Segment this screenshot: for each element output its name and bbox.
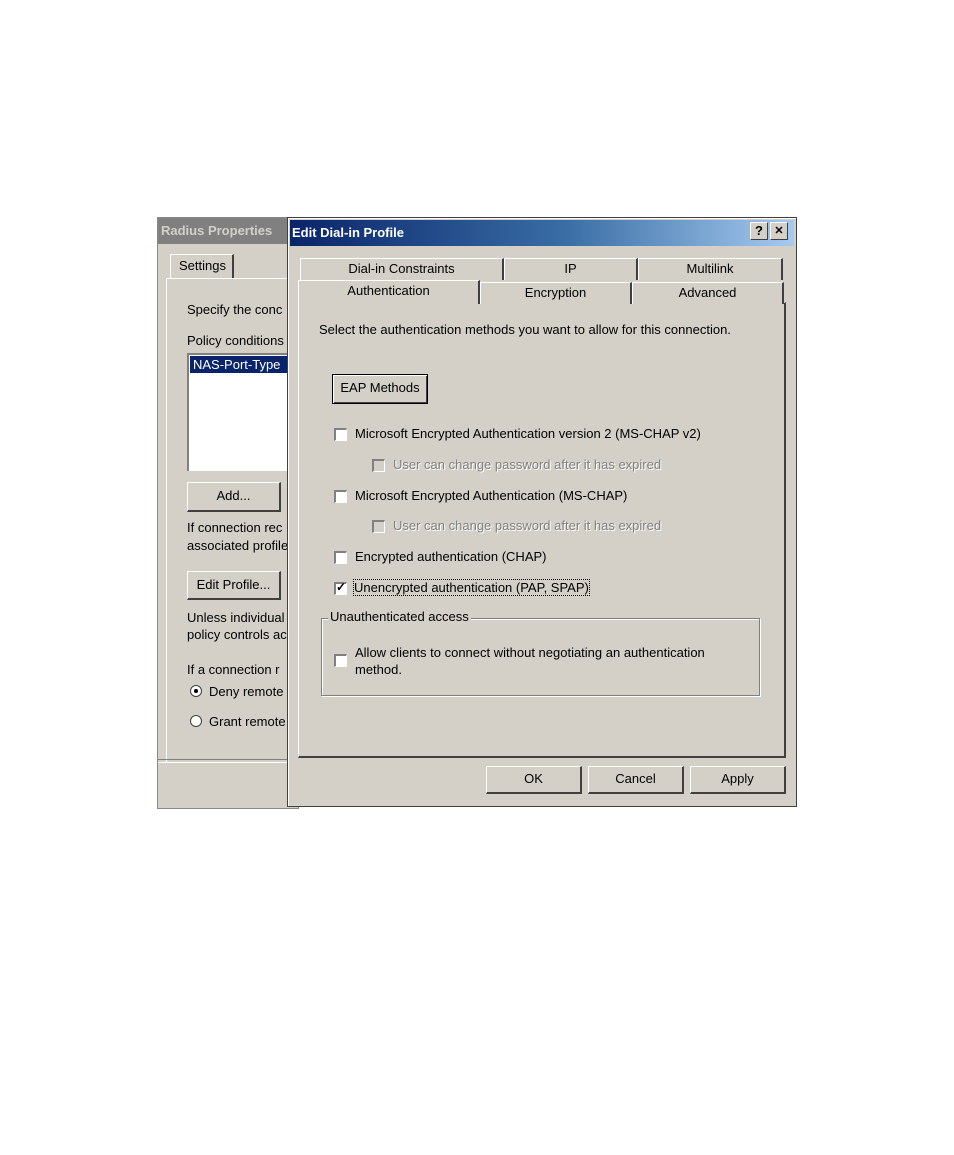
allow-clients-label-line2: method. <box>355 662 402 677</box>
dialog-title-bar: Edit Dial-in Profile <box>290 220 794 246</box>
close-button[interactable]: ✕ <box>770 222 788 240</box>
unless-text-2: policy controls ac <box>187 627 287 642</box>
ok-button[interactable]: OK <box>486 766 582 794</box>
tab-ip[interactable]: IP <box>504 258 638 280</box>
tab-settings[interactable]: Settings <box>170 254 234 278</box>
pap-spap-checkbox[interactable]: ✓ <box>334 580 347 595</box>
tab-encryption[interactable]: Encryption <box>480 282 632 304</box>
allow-clients-checkbox[interactable] <box>334 654 347 667</box>
chap-checkbox[interactable] <box>334 551 347 564</box>
ms-chap-label: Microsoft Encrypted Authentication (MS-C… <box>355 488 628 503</box>
pap-spap-label: Unencrypted authentication (PAP, SPAP) <box>353 579 590 596</box>
radius-properties-title: Radius Properties <box>158 218 298 244</box>
if-a-connection-text: If a connection r <box>187 662 280 677</box>
divider <box>158 759 298 763</box>
ms-chap-v2-label: Microsoft Encrypted Authentication versi… <box>355 426 701 441</box>
deny-remote-radio[interactable] <box>190 685 202 697</box>
help-button[interactable]: ? <box>750 222 768 240</box>
edit-dial-in-profile-dialog: Edit Dial-in Profile ? ✕ Dial-in Constra… <box>287 217 797 807</box>
apply-button[interactable]: Apply <box>690 766 786 794</box>
tab-dial-in-constraints[interactable]: Dial-in Constraints <box>300 258 504 280</box>
edit-profile-button[interactable]: Edit Profile... <box>187 571 281 600</box>
ms-chap-change-password-checkbox[interactable] <box>372 520 385 533</box>
if-connection-text-1: If connection rec <box>187 520 283 535</box>
list-item[interactable]: NAS-Port-Type <box>190 356 300 373</box>
allow-clients-label-line1: Allow clients to connect without negotia… <box>355 645 705 660</box>
tab-advanced[interactable]: Advanced <box>632 282 784 304</box>
tab-multilink[interactable]: Multilink <box>638 258 783 280</box>
specify-text: Specify the conc <box>187 302 283 317</box>
policy-conditions-list[interactable]: NAS-Port-Type <box>187 353 300 471</box>
tab-authentication[interactable]: Authentication <box>298 280 480 304</box>
if-connection-text-2: associated profile <box>187 538 289 553</box>
grant-remote-label: Grant remote <box>209 714 286 729</box>
ms-chap-v2-checkbox[interactable] <box>334 428 347 441</box>
dialog-title: Edit Dial-in Profile <box>292 225 404 240</box>
close-icon: ✕ <box>774 225 784 237</box>
ms-chap-checkbox[interactable] <box>334 490 347 503</box>
policy-conditions-label: Policy conditions <box>187 333 284 348</box>
unless-text-1: Unless individual <box>187 610 285 625</box>
eap-methods-button[interactable]: EAP Methods <box>332 374 428 404</box>
chap-label: Encrypted authentication (CHAP) <box>355 549 547 564</box>
radius-properties-window: Radius Properties Settings Specify the c… <box>157 217 306 809</box>
instruction-text: Select the authentication methods you wa… <box>319 322 731 337</box>
ms-chap-change-password-label: User can change password after it has ex… <box>393 518 662 533</box>
check-icon: ✓ <box>336 580 347 594</box>
deny-remote-label: Deny remote <box>209 684 284 699</box>
unauthenticated-access-title: Unauthenticated access <box>328 609 471 624</box>
help-icon: ? <box>755 223 763 238</box>
ms-chap-v2-change-password-checkbox[interactable] <box>372 459 385 472</box>
add-button[interactable]: Add... <box>187 482 281 512</box>
ms-chap-v2-change-password-label: User can change password after it has ex… <box>393 457 662 472</box>
grant-remote-radio[interactable] <box>190 715 202 727</box>
cancel-button[interactable]: Cancel <box>588 766 684 794</box>
